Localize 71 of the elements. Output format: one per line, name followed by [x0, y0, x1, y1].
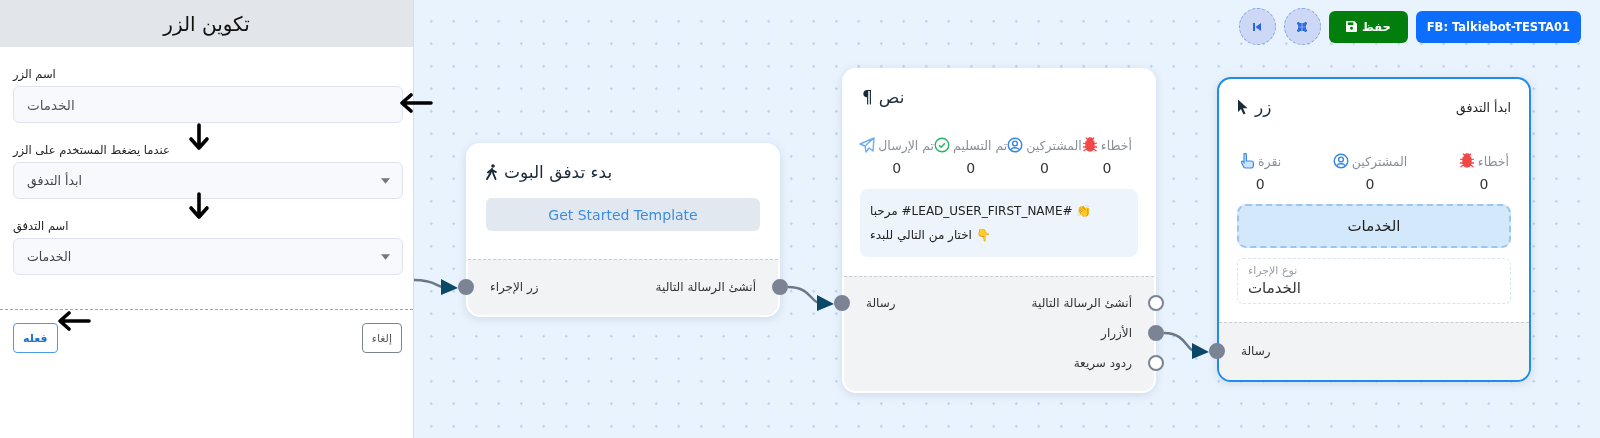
- select-field[interactable]: الخدمات: [13, 238, 403, 275]
- field-label: اسم التدفق: [13, 219, 70, 233]
- save-button[interactable]: حفظ: [1328, 10, 1408, 43]
- port-handle[interactable]: [1209, 343, 1225, 359]
- stat-value: 0: [1255, 176, 1265, 192]
- field-value: الخدمات: [1248, 279, 1303, 297]
- check-circle-icon: [934, 137, 951, 153]
- paper-plane-icon: [859, 137, 876, 153]
- stat-label: أخطاء: [1477, 153, 1509, 169]
- port-handle[interactable]: [834, 295, 850, 311]
- walking-person-icon: [486, 164, 498, 180]
- bug-icon: [1458, 153, 1475, 169]
- connector-arrow: [1163, 331, 1209, 359]
- node-title: زر: [1255, 97, 1272, 117]
- stat-label: تم التسليم: [953, 137, 1008, 153]
- stat-value: 0: [966, 160, 976, 176]
- first-step-button[interactable]: [1238, 8, 1276, 45]
- user-circle-icon: [1332, 153, 1349, 169]
- port-label: أنشئ الرسالة التالية: [655, 280, 756, 294]
- port-label: رسالة: [1241, 344, 1271, 358]
- text-field[interactable]: الخدمات: [13, 86, 403, 123]
- flow-button[interactable]: الخدمات: [1237, 204, 1511, 248]
- cancel-button[interactable]: إلغاء: [361, 323, 402, 353]
- caret-icon: [381, 253, 390, 260]
- caret-icon: [381, 177, 390, 184]
- stat-value: 0: [1040, 160, 1050, 176]
- port-handle[interactable]: [1148, 325, 1164, 341]
- connector-arrow: [414, 278, 458, 295]
- node-title: نص: [878, 87, 905, 107]
- stat-label: تم الإرسال: [878, 137, 935, 153]
- annotation-arrow: [57, 311, 91, 331]
- stat-label: نقرة: [1258, 153, 1282, 169]
- connector-arrow: [787, 285, 834, 311]
- activate-button[interactable]: فعله: [13, 323, 58, 353]
- node-title: بدء تدفق البوت: [504, 162, 613, 182]
- fit-view-button[interactable]: [1283, 8, 1321, 45]
- annotation-arrow: [399, 93, 433, 113]
- message-line: اختار من التالي للبدء 👇: [870, 227, 992, 245]
- port-handle[interactable]: [1148, 295, 1164, 311]
- compress-icon: [1297, 21, 1308, 32]
- stat-label: أخطاء: [1100, 137, 1132, 153]
- annotation-arrow: [188, 123, 210, 151]
- account-button[interactable]: FB: Talkiebot-TESTA01: [1415, 10, 1581, 43]
- stat-value: 0: [1479, 176, 1489, 192]
- port-handle[interactable]: [458, 279, 474, 295]
- port-handle[interactable]: [772, 279, 788, 295]
- node-subtitle: ابدأ التدفق: [1456, 99, 1511, 115]
- stat-value: 0: [1102, 160, 1112, 176]
- panel-title: تكوين الزر: [0, 0, 413, 47]
- annotation-arrow: [188, 192, 210, 220]
- port-label: ردود سريعة: [1073, 356, 1132, 370]
- stat-value: 0: [1365, 176, 1375, 192]
- port-label: زر الإجراء: [490, 280, 539, 294]
- stat-value: 0: [892, 160, 902, 176]
- pointing-hand-icon: [1239, 153, 1255, 169]
- bug-icon: [1081, 137, 1098, 153]
- skip-back-icon: [1252, 21, 1263, 32]
- port-label: رسالة: [866, 296, 896, 310]
- stat-label: المشتركين: [1026, 137, 1082, 153]
- message-line: مرحبا #LEAD_USER_FIRST_NAME# 👏: [870, 203, 1093, 220]
- field-label: نوع الإجراء: [1248, 264, 1299, 277]
- field-label: عندما يضغط المستخدم على الزر: [13, 143, 171, 157]
- cursor-icon: [1237, 99, 1249, 115]
- select-field[interactable]: ابدأ التدفق: [13, 162, 403, 199]
- pilcrow-icon: ¶: [862, 87, 873, 107]
- field-label: اسم الزر: [13, 67, 57, 81]
- port-label: أنشئ الرسالة التالية: [1031, 296, 1132, 310]
- stat-label: المشتركين: [1351, 153, 1408, 169]
- port-handle[interactable]: [1148, 355, 1164, 371]
- port-label: الأزرار: [1101, 326, 1132, 340]
- user-circle-icon: [1007, 137, 1024, 153]
